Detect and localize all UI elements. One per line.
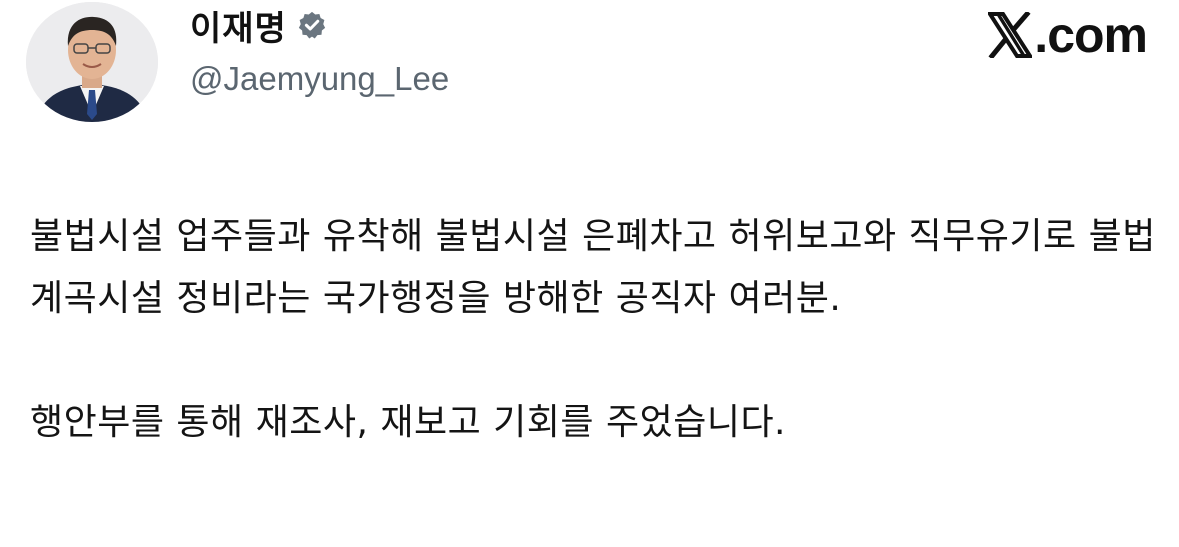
x-com-brand: .com (986, 6, 1148, 64)
tweet-text: 불법시설 업주들과 유착해 불법시설 은폐차고 허위보고와 직무유기로 불법계곡… (30, 206, 1160, 454)
tweet-paragraph-1: 불법시설 업주들과 유착해 불법시설 은폐차고 허위보고와 직무유기로 불법계곡… (30, 216, 1156, 319)
verified-badge-icon (297, 10, 327, 40)
author-name-row: 이재명 (190, 0, 327, 50)
brand-suffix: .com (1034, 7, 1148, 63)
author-handle[interactable]: @Jaemyung_Lee (190, 60, 449, 98)
tweet-paragraph-2: 행안부를 통해 재조사, 재보고 기회를 주었습니다. (30, 402, 787, 443)
avatar[interactable] (26, 2, 158, 122)
x-logo-icon (986, 10, 1034, 60)
author-display-name[interactable]: 이재명 (190, 1, 287, 50)
profile-photo (26, 2, 158, 122)
